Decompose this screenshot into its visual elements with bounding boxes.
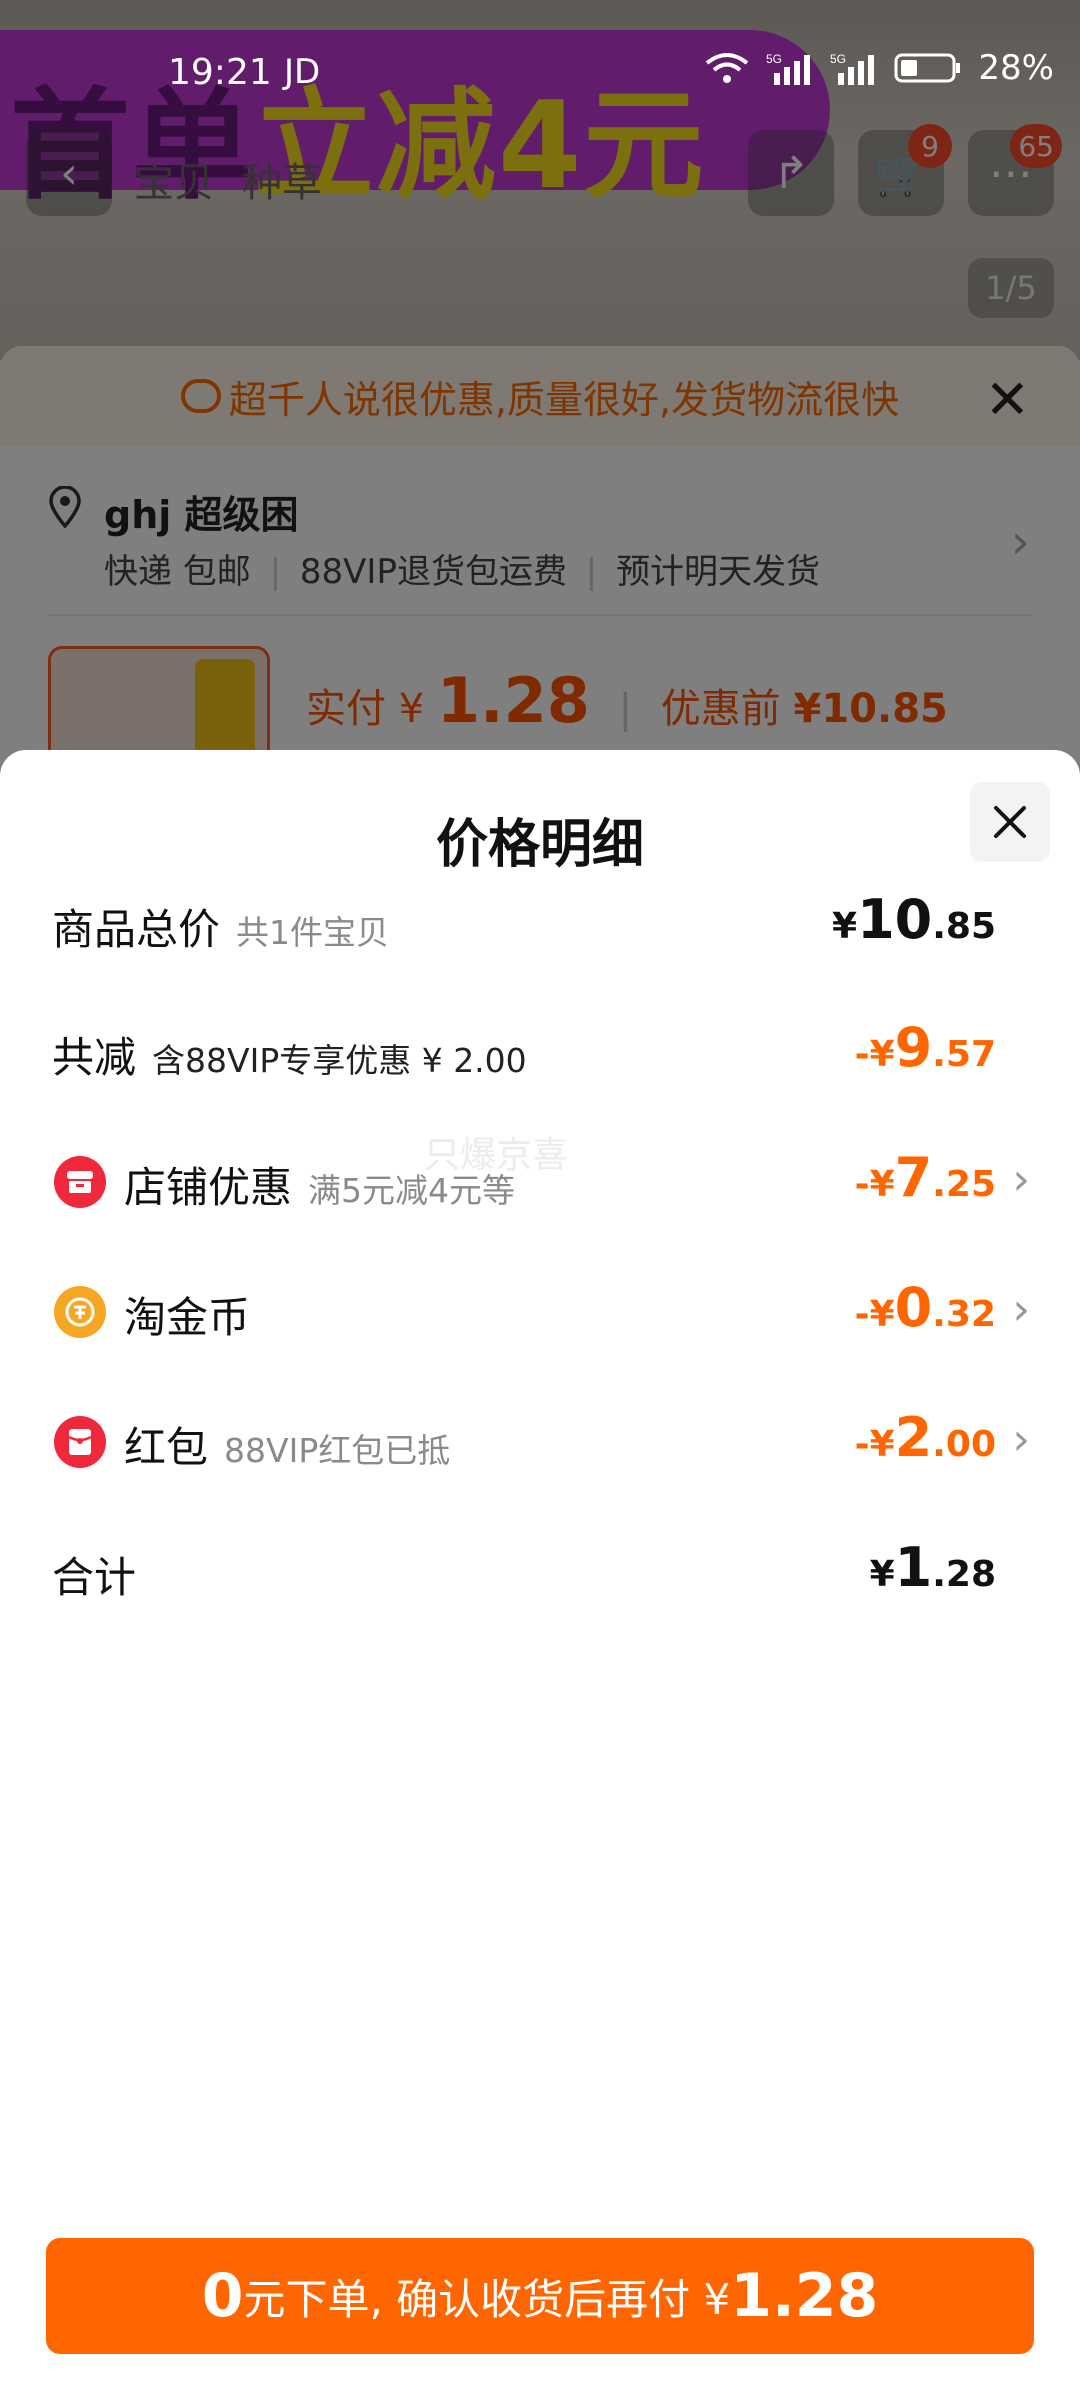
cta-num: 0 [201, 2261, 244, 2331]
row-taojinbi[interactable]: 淘金币 -¥0.32 › [52, 1266, 1030, 1356]
amount-sign: - [854, 1164, 870, 1205]
subtotal-label: 商品总价 [52, 905, 221, 954]
amount-dec: .28 [932, 1554, 996, 1595]
cta-amount: 1.28 [730, 2261, 879, 2331]
row-subtotal: 商品总价 共1件宝贝 ¥10.85 [52, 878, 1030, 968]
amount-dec: .00 [932, 1424, 996, 1465]
status-time: 19:21 [168, 52, 272, 93]
signal-icon-2: 5G [830, 52, 875, 85]
price-detail-sheet: 价格明细 只爆京喜 商品总价 共1件宝贝 ¥10.85 共减 含88VIP专享优惠 … [0, 750, 1080, 2400]
amount-dec: .32 [932, 1294, 996, 1335]
row-label: 商品总价 共1件宝贝 [52, 896, 389, 957]
status-carrier: JD [284, 52, 321, 92]
amount-int: 9 [894, 1016, 933, 1079]
discount-label: 共减 [52, 1033, 137, 1082]
coin-amount: -¥0.32 [855, 1276, 996, 1339]
close-button[interactable] [970, 782, 1050, 862]
row-redpacket[interactable]: 红包 88VIP红包已抵 -¥2.00 › [52, 1396, 1030, 1486]
chevron-right-icon: › [1012, 1284, 1030, 1335]
row-label: 合计 [52, 1544, 136, 1605]
amount-symbol: ¥ [832, 906, 858, 947]
amount-symbol: ¥ [869, 1554, 895, 1595]
svg-text:5G: 5G [766, 52, 782, 66]
discount-amount: -¥9.57 [855, 1016, 996, 1079]
cta-text: 元下单, 确认收货后再付 ¥ [243, 2274, 731, 2324]
amount-int: 10 [857, 888, 933, 951]
coin-label: 淘金币 [124, 1293, 251, 1342]
row-shop-discount[interactable]: 店铺优惠 满5元减4元等 -¥7.25 › [52, 1136, 1030, 1226]
subtotal-note: 共1件宝贝 [236, 913, 390, 952]
amount-symbol: ¥ [869, 1424, 895, 1465]
battery-percent: 28% [978, 48, 1054, 88]
shop-discount-amount: -¥7.25 [855, 1146, 996, 1209]
amount-dec: .25 [932, 1164, 996, 1205]
amount-symbol: ¥ [869, 1164, 895, 1205]
battery-icon [894, 53, 961, 83]
redpacket-label: 红包 [124, 1423, 209, 1472]
amount-dec: .85 [932, 906, 996, 947]
amount-sign: - [854, 1294, 870, 1335]
chevron-right-icon: › [1012, 1414, 1030, 1465]
redpacket-note: 88VIP红包已抵 [224, 1431, 451, 1470]
wifi-icon [706, 53, 749, 83]
row-label: 店铺优惠 满5元减4元等 [124, 1154, 515, 1215]
redpacket-amount: -¥2.00 [855, 1406, 996, 1469]
amount-symbol: ¥ [869, 1034, 895, 1075]
row-total: 合计 ¥1.28 [52, 1526, 1030, 1616]
place-order-button[interactable]: 0 元下单, 确认收货后再付 ¥ 1.28 [46, 2238, 1034, 2354]
sheet-title: 价格明细 [435, 815, 644, 875]
shop-discount-label: 店铺优惠 [124, 1163, 293, 1212]
status-bar: 19:21 JD 5G 5G 28% [0, 0, 1080, 100]
amount-int: 7 [894, 1146, 933, 1209]
close-icon [994, 806, 1026, 838]
app-root: 19:21 JD 5G 5G 28% 首单立减4元 ‹ 宝贝 种草 ↱ 🛒 9 … [0, 0, 1080, 2400]
coin-icon [54, 1286, 106, 1338]
shop-icon [54, 1156, 106, 1208]
signal-icon: 5G [766, 52, 811, 85]
row-label: 红包 88VIP红包已抵 [124, 1414, 450, 1475]
chevron-right-icon: › [1012, 1154, 1030, 1205]
amount-int: 0 [894, 1276, 933, 1339]
shop-discount-note: 满5元减4元等 [308, 1171, 516, 1210]
amount-sign: - [854, 1424, 870, 1465]
total-label: 合计 [52, 1553, 137, 1602]
amount-symbol: ¥ [869, 1294, 895, 1335]
amount-int: 1 [894, 1536, 933, 1599]
red-packet-icon [54, 1416, 106, 1468]
row-total-discount: 共减 含88VIP专享优惠 ¥ 2.00 -¥9.57 [52, 1006, 1030, 1096]
row-label: 淘金币 [124, 1284, 250, 1345]
subtotal-amount: ¥10.85 [832, 888, 996, 951]
amount-dec: .57 [932, 1034, 996, 1075]
svg-text:5G: 5G [830, 52, 846, 66]
total-amount: ¥1.28 [870, 1536, 996, 1599]
amount-sign: - [854, 1034, 870, 1075]
discount-note: 含88VIP专享优惠 ¥ 2.00 [152, 1041, 527, 1080]
amount-int: 2 [894, 1406, 933, 1469]
status-icons: 5G 5G 28% [704, 48, 1054, 88]
row-label: 共减 含88VIP专享优惠 ¥ 2.00 [52, 1024, 527, 1085]
